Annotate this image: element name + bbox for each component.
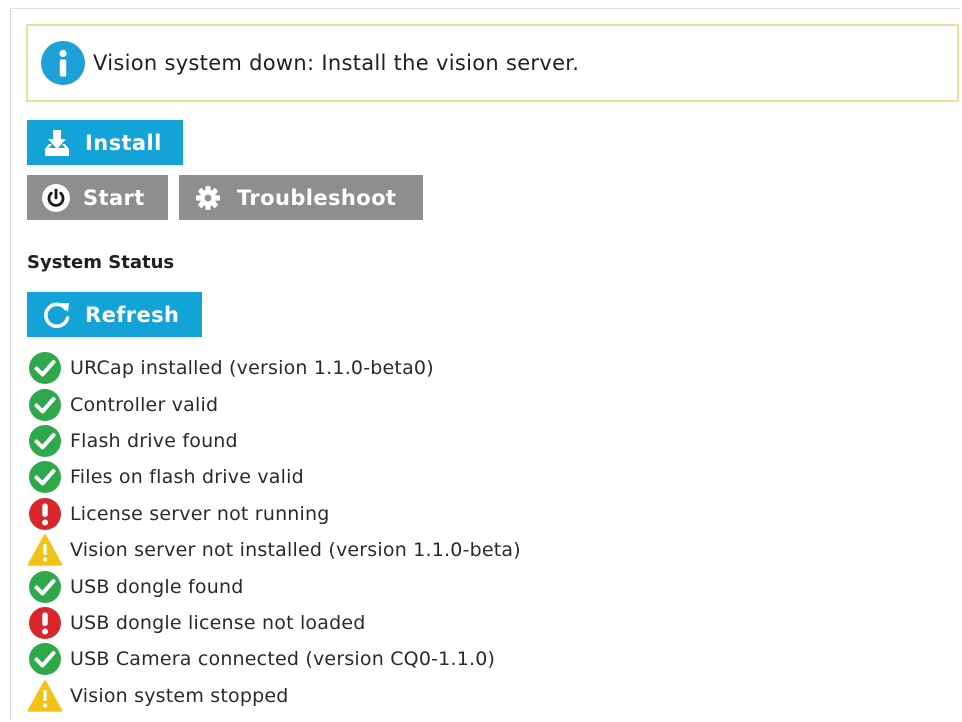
start-button[interactable]: Start (27, 175, 168, 220)
error-circle-icon (27, 605, 63, 641)
status-item: USB Camera connected (version CQ0-1.1.0) (27, 641, 521, 677)
status-item: URCap installed (version 1.1.0-beta0) (27, 350, 521, 386)
check-circle-icon (27, 387, 63, 423)
gear-icon (195, 185, 221, 211)
status-item: Vision server not installed (version 1.1… (27, 532, 521, 568)
status-item: USB dongle license not loaded (27, 605, 521, 641)
status-item-text: Flash drive found (70, 429, 238, 452)
start-label: Start (83, 185, 145, 210)
status-banner: Vision system down: Install the vision s… (26, 24, 959, 102)
check-circle-icon (27, 350, 63, 386)
check-circle-icon (27, 423, 63, 459)
status-item-text: Files on flash drive valid (70, 466, 304, 489)
status-item: Vision system stopped (27, 678, 521, 714)
power-icon (41, 183, 71, 213)
status-item-text: URCap installed (version 1.1.0-beta0) (70, 357, 434, 380)
status-item: Controller valid (27, 386, 521, 422)
banner-message: Vision system down: Install the vision s… (93, 51, 580, 75)
status-item-text: Controller valid (70, 393, 219, 416)
status-item-text: Vision system stopped (70, 684, 289, 707)
status-item-text: Vision server not installed (version 1.1… (70, 539, 521, 562)
info-icon (41, 41, 85, 85)
status-item: Files on flash drive valid (27, 459, 521, 495)
install-label: Install (85, 130, 162, 155)
status-item-text: License server not running (70, 502, 330, 525)
error-circle-icon (27, 496, 63, 532)
refresh-button[interactable]: Refresh (27, 292, 202, 337)
install-button[interactable]: Install (27, 120, 183, 165)
warning-triangle-icon (27, 532, 63, 568)
status-item-text: USB dongle license not loaded (70, 611, 366, 634)
status-item: License server not running (27, 496, 521, 532)
refresh-label: Refresh (85, 302, 180, 327)
troubleshoot-button[interactable]: Troubleshoot (179, 175, 423, 220)
system-status-heading: System Status (27, 252, 175, 273)
status-item: USB dongle found (27, 568, 521, 604)
troubleshoot-label: Troubleshoot (237, 185, 397, 210)
warning-triangle-icon (27, 678, 63, 714)
check-circle-icon (27, 459, 63, 495)
check-circle-icon (27, 641, 63, 677)
refresh-icon (41, 299, 73, 331)
status-item-text: USB dongle found (70, 575, 244, 598)
status-item-text: USB Camera connected (version CQ0-1.1.0) (70, 648, 496, 671)
install-icon (41, 128, 73, 158)
status-list: URCap installed (version 1.1.0-beta0) Con… (27, 350, 521, 714)
check-circle-icon (27, 569, 63, 605)
status-item: Flash drive found (27, 423, 521, 459)
